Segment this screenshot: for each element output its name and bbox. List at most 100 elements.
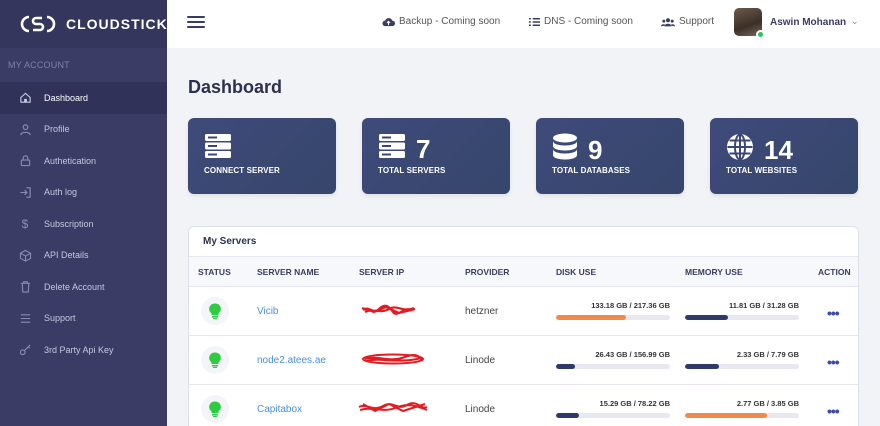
redacted-ip — [359, 303, 419, 320]
card-label: CONNECT SERVER — [204, 166, 280, 175]
memory-usage-bar — [685, 364, 799, 369]
memory-usage-bar-fill — [685, 413, 768, 418]
disk-usage: 26.43 GB / 156.99 GB — [556, 350, 670, 369]
sidebar-item-label: Support — [44, 313, 76, 324]
sidebar-item-api-details[interactable]: API Details — [0, 240, 167, 272]
disk-usage-bar-fill — [556, 413, 579, 418]
sidebar-section-title: MY ACCOUNT — [8, 60, 70, 70]
support-label: Support — [679, 16, 715, 27]
column-header-disk-use: DISK USE — [556, 267, 597, 277]
card-number: 9 — [588, 134, 603, 165]
total-websites-card[interactable]: 14 TOTAL WEBSITES — [710, 118, 858, 194]
logo[interactable]: CLOUDSTICK — [0, 0, 167, 48]
table-row: node2.atees.ae Linode 26.43 GB / 156.99 … — [189, 336, 858, 385]
trash-icon — [18, 280, 32, 294]
disk-usage-bar — [556, 413, 670, 418]
globe-icon — [726, 133, 754, 166]
sign-in-icon — [18, 185, 32, 199]
disk-usage-bar — [556, 364, 670, 369]
backup-link[interactable]: Backup - Coming soon — [382, 16, 500, 27]
sidebar-item-auth-log[interactable]: Auth log — [0, 177, 167, 209]
online-status-dot — [756, 30, 765, 39]
sidebar-item-support[interactable]: Support — [0, 303, 167, 335]
disk-usage-text: 15.29 GB / 78.22 GB — [599, 399, 670, 408]
list-icon — [18, 311, 32, 325]
column-header-memory-use: MEMORY USE — [685, 267, 743, 277]
more-actions-button[interactable]: ••• — [827, 305, 840, 321]
servers-title: My Servers — [189, 227, 858, 257]
sidebar-item-label: Authetication — [44, 155, 97, 166]
users-icon — [661, 17, 675, 27]
cloud-upload-icon — [382, 17, 395, 27]
lightbulb-icon — [201, 346, 229, 374]
database-icon — [552, 133, 578, 166]
redacted-ip — [359, 352, 427, 369]
connect-server-card[interactable]: CONNECT SERVER — [188, 118, 336, 194]
user-name[interactable]: Aswin Mohanan — [770, 17, 846, 28]
provider-name: Linode — [465, 355, 496, 366]
memory-usage-text: 11.81 GB / 31.28 GB — [728, 301, 799, 310]
card-label: TOTAL DATABASES — [552, 166, 631, 175]
sidebar-item-label: 3rd Party Api Key — [44, 344, 114, 355]
sidebar-item-label: Dashboard — [44, 92, 89, 103]
total-servers-card[interactable]: 7 TOTAL SERVERS — [362, 118, 510, 194]
cube-icon — [18, 248, 32, 262]
card-number: 7 — [416, 133, 431, 164]
disk-usage: 133.18 GB / 217.36 GB — [556, 301, 670, 320]
chevron-down-icon[interactable]: ⌄ — [851, 16, 859, 27]
server-name-link[interactable]: node2.atees.ae — [257, 355, 326, 366]
table-row: Vicib hetzner 133.18 GB / 217.36 GB 11.8… — [189, 287, 858, 336]
column-header-server-name: SERVER NAME — [257, 267, 320, 277]
more-actions-button[interactable]: ••• — [827, 354, 840, 370]
sidebar-item-label: Subscription — [44, 218, 94, 229]
sidebar-item-profile[interactable]: Profile — [0, 114, 167, 146]
sidebar-item-dashboard[interactable]: Dashboard — [0, 82, 167, 114]
page-title: Dashboard — [188, 77, 283, 97]
memory-usage-bar — [685, 315, 799, 320]
disk-usage-bar — [556, 315, 670, 320]
server-icon — [204, 133, 232, 164]
disk-usage: 15.29 GB / 78.22 GB — [556, 399, 670, 418]
disk-usage-text: 133.18 GB / 217.36 GB — [591, 301, 670, 310]
memory-usage-text: 2.77 GB / 3.85 GB — [736, 399, 799, 408]
column-header-action: ACTION — [818, 267, 851, 277]
sidebar-item-label: API Details — [44, 250, 89, 261]
card-label: TOTAL WEBSITES — [726, 166, 798, 175]
backup-label: Backup - Coming soon — [399, 16, 501, 27]
more-actions-button[interactable]: ••• — [827, 403, 840, 419]
menu-toggle-button[interactable] — [187, 16, 205, 30]
lock-icon — [18, 154, 32, 168]
sidebar-item-label: Auth log — [44, 187, 78, 198]
sidebar-item-label: Delete Account — [44, 281, 105, 292]
server-icon — [378, 133, 406, 164]
server-name-link[interactable]: Capitabox — [257, 404, 302, 415]
sidebar-item-subscription[interactable]: $ Subscription — [0, 208, 167, 240]
avatar[interactable] — [734, 8, 765, 39]
sidebar-item-3rd-party-api-key[interactable]: 3rd Party Api Key — [0, 334, 167, 366]
dns-label: DNS - Coming soon — [544, 16, 633, 27]
my-servers-panel: My Servers STATUS SERVER NAME SERVER IP … — [188, 226, 859, 426]
sidebar-item-delete-account[interactable]: Delete Account — [0, 271, 167, 303]
redacted-ip — [355, 401, 431, 418]
sidebar: CLOUDSTICK MY ACCOUNT Dashboard Profile … — [0, 0, 167, 426]
memory-usage-bar-fill — [685, 364, 720, 369]
provider-name: Linode — [465, 404, 496, 415]
memory-usage-bar-fill — [685, 315, 729, 320]
memory-usage: 11.81 GB / 31.28 GB — [685, 301, 799, 320]
list-check-icon — [529, 17, 540, 27]
table-header: STATUS SERVER NAME SERVER IP PROVIDER DI… — [189, 257, 858, 287]
memory-usage-text: 2.33 GB / 7.79 GB — [736, 350, 799, 359]
support-link[interactable]: Support — [661, 16, 714, 27]
provider-name: hetzner — [465, 306, 499, 317]
user-icon — [18, 122, 32, 136]
lightbulb-icon — [201, 395, 229, 423]
key-icon — [18, 343, 32, 357]
lightbulb-icon — [201, 297, 229, 325]
total-databases-card[interactable]: 9 TOTAL DATABASES — [536, 118, 684, 194]
dns-link[interactable]: DNS - Coming soon — [529, 16, 633, 27]
server-name-link[interactable]: Vicib — [257, 306, 279, 317]
sidebar-item-label: Profile — [44, 124, 70, 135]
sidebar-item-authetication[interactable]: Authetication — [0, 145, 167, 177]
column-header-provider: PROVIDER — [465, 267, 510, 277]
memory-usage: 2.33 GB / 7.79 GB — [685, 350, 799, 369]
